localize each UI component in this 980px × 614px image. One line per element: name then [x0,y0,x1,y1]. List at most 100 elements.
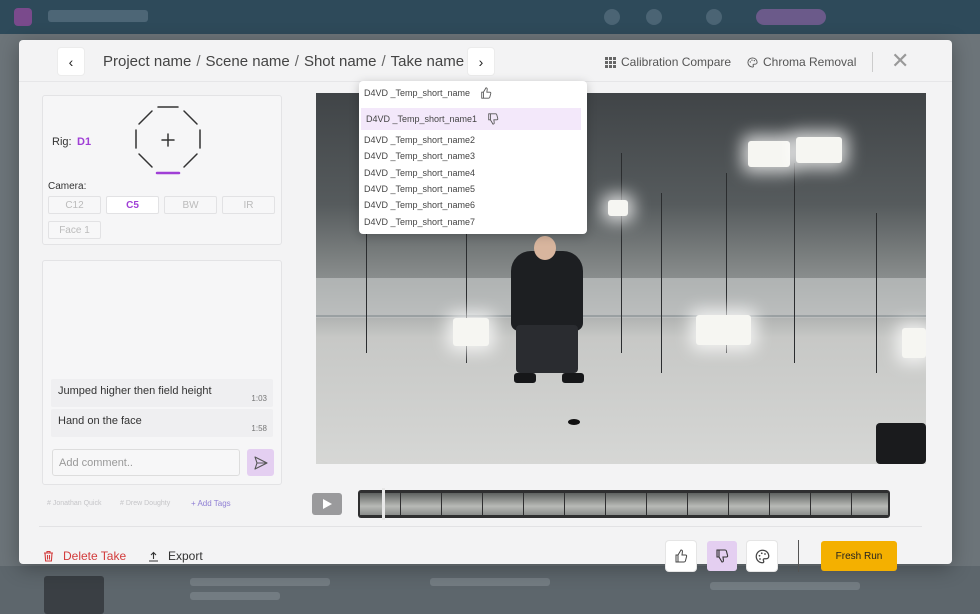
close-icon[interactable]: ✕ [891,50,909,72]
player-head [534,236,556,260]
background-line [190,592,280,600]
export-label: Export [168,549,203,563]
camera-button-face-1[interactable]: Face 1 [48,221,101,239]
rig-layout-diagram[interactable] [131,102,205,176]
comment-text: Jumped higher then field height [58,385,212,397]
camera-button-ir[interactable]: IR [222,196,275,214]
breadcrumb-separator: / [196,53,201,70]
timeline-frame-thumbnail [360,493,400,515]
comment-text: Hand on the face [58,415,142,427]
studio-light [453,318,489,346]
timeline-frame-thumbnail [606,493,646,515]
background-icon [646,9,662,25]
thumbs-down-icon [716,549,729,563]
add-tags-button[interactable]: + Add Tags [191,499,231,508]
tag-item[interactable]: # Jonathan Quick [47,500,101,507]
camera-button-c12[interactable]: C12 [48,196,101,214]
play-button[interactable] [312,493,342,515]
thumbs-down-icon [487,113,499,125]
reject-button[interactable] [707,541,737,571]
take-option[interactable]: D4VD _Temp_short_name6 [359,196,587,214]
studio-light [696,315,751,345]
timeline-frame-thumbnail [688,493,728,515]
studio-light [796,137,842,163]
breadcrumb: Project name / Scene name / Shot name / … [103,53,480,70]
timeline-playhead[interactable] [382,488,385,520]
grid-icon [605,56,616,68]
trash-icon [44,550,53,562]
tag-item[interactable]: # Drew Doughty [120,500,170,507]
light-stand [876,213,877,373]
take-option-selected[interactable]: D4VD _Temp_short_name1 [361,108,581,130]
camera-button-bw[interactable]: BW [164,196,217,214]
breadcrumb-shot[interactable]: Shot name [304,53,377,70]
comment-input[interactable] [52,449,240,476]
chroma-review-button[interactable] [747,541,777,571]
comment-item[interactable]: Jumped higher then field height 1:03 [51,379,273,407]
breadcrumb-take[interactable]: Take name [391,53,464,70]
background-icon [604,9,620,25]
background-list [0,566,980,614]
background-line [190,578,330,586]
send-icon [253,455,268,470]
take-option[interactable]: D4VD _Temp_short_name3 [359,147,587,165]
studio-light [748,141,790,167]
studio-light [902,328,926,358]
breadcrumb-project[interactable]: Project name [103,53,191,70]
light-stand [621,153,622,353]
breadcrumb-scene[interactable]: Scene name [206,53,290,70]
timeline-filmstrip[interactable] [358,490,890,518]
rig-label: Rig: [52,136,72,148]
background-line [430,578,550,586]
timeline-frame-thumbnail [770,493,810,515]
delete-take-button[interactable]: Delete Take [43,549,126,563]
camera-label: Camera: [48,181,87,192]
calibration-compare-button[interactable]: Calibration Compare [605,55,731,69]
next-take-button[interactable]: › [468,48,494,75]
player-skate [562,373,584,383]
comment-item[interactable]: Hand on the face 1:58 [51,409,273,437]
light-stand [661,193,662,373]
chroma-removal-label: Chroma Removal [763,55,857,69]
timeline-frame-thumbnail [811,493,851,515]
take-option[interactable]: D4VD _Temp_short_name7 [359,213,587,231]
comment-timestamp[interactable]: 1:03 [251,394,267,403]
calibration-compare-label: Calibration Compare [621,55,732,69]
rig-value[interactable]: D1 [77,136,91,148]
rig-camera-panel: Rig: D1 Camera: C12 C5 BW IR Face 1 [42,95,282,245]
breadcrumb-separator: / [381,53,386,70]
background-badge [756,9,826,25]
send-comment-button[interactable] [247,449,274,476]
fresh-run-button[interactable]: Fresh Run [821,541,897,571]
take-option[interactable]: D4VD _Temp_short_name [359,84,587,102]
background-thumbnail [44,576,104,614]
background-title [48,10,148,22]
approve-button[interactable] [666,541,696,571]
chroma-removal-button[interactable]: Chroma Removal [747,55,856,69]
upload-icon [149,551,158,562]
studio-light [608,200,628,216]
timeline-frame-thumbnail [565,493,605,515]
breadcrumb-separator: / [294,53,299,70]
take-review-modal: ‹ Project name / Scene name / Shot name … [19,40,952,572]
export-button[interactable]: Export [148,549,203,563]
palette-icon [747,56,758,68]
footer-separator [39,526,922,527]
play-icon [323,499,332,509]
camera-button-c5[interactable]: C5 [106,196,159,214]
previous-take-button[interactable]: ‹ [58,48,84,75]
delete-take-label: Delete Take [63,549,127,563]
comments-panel: Jumped higher then field height 1:03 Han… [42,260,282,485]
comment-timestamp[interactable]: 1:58 [251,424,267,433]
background-icon [706,9,722,25]
player-figure [511,251,583,331]
timeline-frame-thumbnail [442,493,482,515]
player-legs [516,325,578,373]
thumbs-up-icon [480,87,492,99]
footer-divider [798,540,799,572]
palette-icon [755,549,769,563]
timeline-frame-thumbnail [483,493,523,515]
background-app-header [0,0,980,34]
background-logo [14,8,32,26]
hockey-puck [568,419,580,425]
